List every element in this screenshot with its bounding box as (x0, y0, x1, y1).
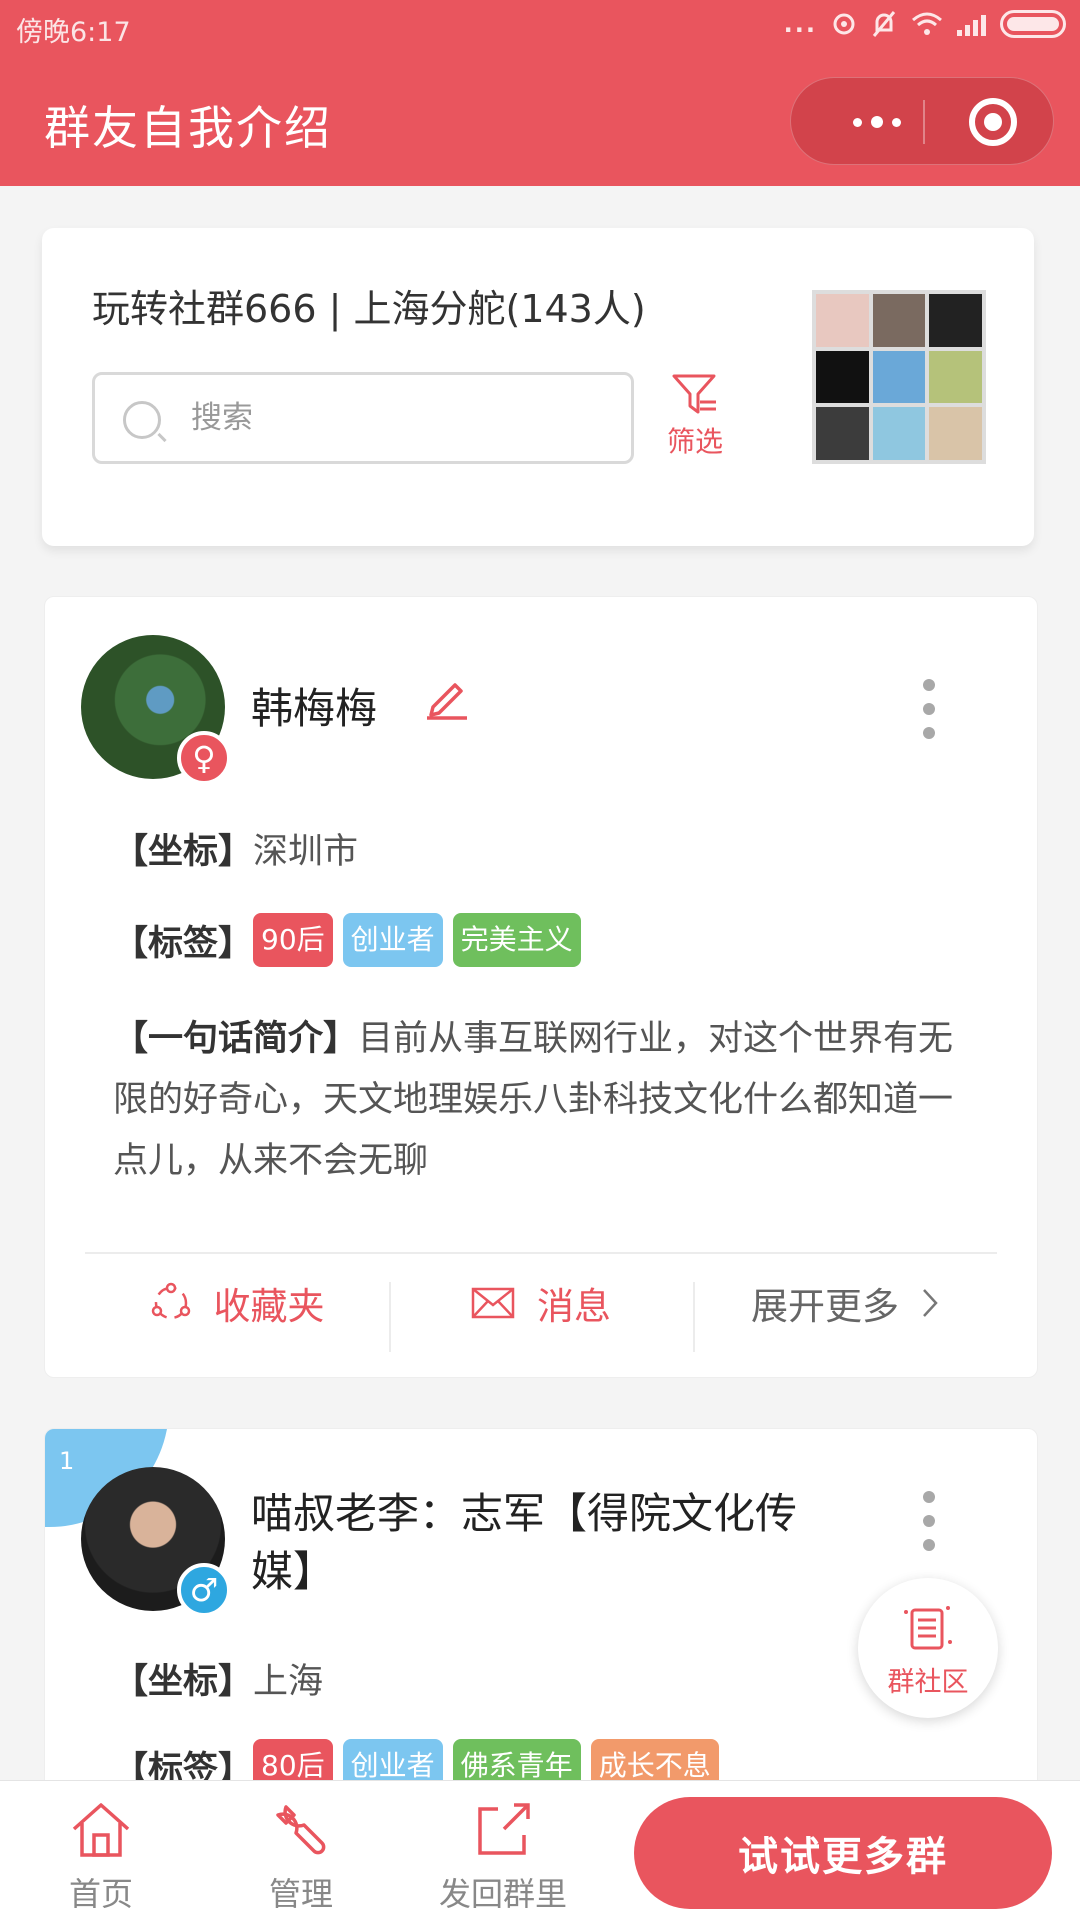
tab-home-label: 首页 (68, 1875, 133, 1913)
favorites-button[interactable]: 收藏夹 (85, 1254, 389, 1352)
dot-icon (923, 727, 935, 739)
scroll-document-icon (904, 1606, 952, 1650)
try-more-groups-button[interactable]: 试试更多群 (634, 1797, 1052, 1909)
mute-icon (872, 11, 896, 37)
filter-label: 筛选 (666, 425, 723, 458)
more-menu-button[interactable] (831, 106, 923, 138)
more-status-icon: ... (783, 10, 817, 38)
member-card[interactable]: ♀ 韩梅梅 【坐标】 深圳市 【标签】 90后 创业者 完美主义 【一句话简介】… (44, 596, 1038, 1378)
tag-badge: 创业者 (342, 913, 443, 967)
message-button[interactable]: 消息 (389, 1254, 693, 1352)
tags-row: 【标签】 90后 创业者 完美主义 (113, 913, 591, 967)
status-time: 傍晚6:17 (16, 17, 131, 48)
share-network-icon (151, 1282, 190, 1320)
battery-icon (1000, 10, 1066, 38)
location-row: 【坐标】 上海 (113, 1653, 323, 1704)
tab-share-back[interactable]: 发回群里 (428, 1799, 578, 1915)
dot-icon (923, 1539, 935, 1551)
search-input[interactable] (191, 395, 611, 441)
tab-share-back-label: 发回群里 (438, 1875, 567, 1913)
tab-manage-label: 管理 (268, 1875, 333, 1913)
dot-icon (871, 116, 883, 128)
expand-more-button[interactable]: 展开更多 (693, 1254, 997, 1352)
dot-icon (923, 679, 935, 691)
tab-manage[interactable]: 管理 (226, 1799, 376, 1915)
bottom-nav: 首页 管理 发回群里 试试更多群 (0, 1780, 1080, 1920)
page-title: 群友自我介绍 (44, 101, 332, 155)
intro-label: 【一句话简介】 (113, 1019, 359, 1059)
location-label: 【坐标】 (113, 832, 254, 872)
tag-badge: 完美主义 (452, 913, 581, 967)
close-mini-program-button[interactable] (969, 98, 1017, 146)
expand-more-label: 展开更多 (751, 1285, 899, 1328)
rank-number: 1 (59, 1447, 75, 1475)
message-label: 消息 (537, 1285, 611, 1328)
location-value: 上海 (253, 1662, 324, 1702)
top-bar: 傍晚6:17 ... 群友自我介绍 (0, 0, 1080, 186)
more-options-button[interactable] (921, 1491, 937, 1551)
share-icon (478, 1803, 530, 1855)
capsule-divider (923, 100, 925, 144)
dot-icon (923, 1515, 935, 1527)
mail-icon (471, 1287, 515, 1319)
dot-icon (853, 117, 862, 127)
more-options-button[interactable] (921, 679, 937, 739)
location-value: 深圳市 (253, 832, 359, 872)
group-community-button[interactable]: 群社区 (858, 1578, 998, 1718)
favorites-label: 收藏夹 (213, 1285, 325, 1328)
wifi-icon (912, 12, 942, 35)
filter-icon (672, 374, 716, 414)
sync-icon (833, 13, 855, 35)
dot-icon (923, 1491, 935, 1503)
status-bar: 傍晚6:17 ... (0, 0, 1080, 56)
signal-icon (957, 12, 986, 36)
filter-button[interactable]: 筛选 (660, 372, 730, 460)
group-avatar (812, 290, 986, 464)
female-gender-icon: ♀ (177, 731, 231, 785)
tags-label: 【标签】 (113, 923, 254, 964)
mini-program-capsule (790, 77, 1054, 165)
status-icons: ... (784, 10, 1066, 38)
group-info-card: 玩转社群666 | 上海分舵(143人) 筛选 (42, 228, 1034, 546)
tab-home[interactable]: 首页 (26, 1799, 176, 1915)
tag-badge: 90后 (253, 913, 333, 967)
dot-icon (892, 117, 901, 127)
wrench-icon (276, 1805, 326, 1855)
intro-text: 【一句话简介】目前从事互联网行业，对这个世界有无限的好奇心，天文地理娱乐八卦科技… (113, 1009, 963, 1192)
search-icon (123, 401, 161, 439)
member-name: 韩梅梅 (251, 684, 378, 733)
group-community-label: 群社区 (887, 1667, 969, 1698)
chevron-right-icon (923, 1289, 938, 1317)
edit-icon[interactable] (423, 675, 469, 721)
group-name: 玩转社群666 | 上海分舵(143人) (92, 287, 646, 331)
search-box[interactable] (92, 372, 634, 464)
card-actions: 收藏夹 消息 展开更多 (85, 1252, 997, 1352)
male-gender-icon: ♂ (177, 1563, 231, 1617)
location-row: 【坐标】 深圳市 (113, 823, 358, 874)
location-label: 【坐标】 (113, 1662, 254, 1702)
dot-icon (923, 703, 935, 715)
member-name: 喵叔老李：志军【得院文化传媒】 (251, 1489, 798, 1596)
home-icon (72, 1803, 130, 1857)
